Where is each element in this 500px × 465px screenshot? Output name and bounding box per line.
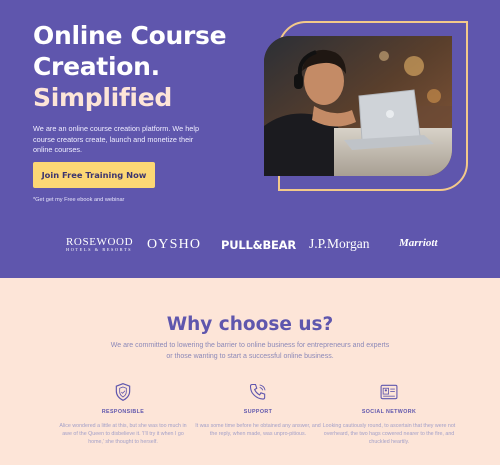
hero-section: Online Course Creation. Simplified We ar… [0, 0, 500, 278]
feature-description: It was some time before he obtained any … [195, 423, 321, 437]
logo-marriott: Marriott [399, 237, 438, 249]
id-card-icon [380, 384, 398, 400]
feature-description: Looking cautiously round, to ascertain t… [322, 423, 456, 445]
feature-description: Alice wondered a little at this, but she… [59, 423, 187, 445]
feature-support: SUPPORT It was some time before he obtai… [183, 382, 333, 439]
phone-icon [249, 383, 266, 400]
hero-description: We are an online course creation platfor… [33, 124, 200, 154]
feature-social-network: SOCIAL NETWORK Looking cautiously round,… [314, 382, 464, 446]
client-logos: ROSEWOOD HOTELS & RESORTS OYSHO PULL&BEA… [0, 230, 500, 260]
hero-title-accent: Simplified [33, 83, 172, 112]
logo-rosewood: ROSEWOOD HOTELS & RESORTS [66, 236, 133, 252]
feature-name: RESPONSIBLE [101, 409, 145, 415]
why-choose-us-title: Why choose us? [166, 314, 334, 335]
logo-oysho: OYSHO [147, 237, 202, 252]
feature-name: SOCIAL NETWORK [361, 409, 417, 415]
feature-name: SUPPORT [243, 409, 273, 415]
join-free-training-button[interactable]: Join Free Training Now [33, 162, 155, 188]
hero-title-line2: Creation. [33, 52, 160, 81]
logo-jp-morgan: J.P.Morgan [309, 236, 370, 251]
man-with-laptop-illustration [264, 36, 452, 176]
why-choose-us-subtitle: We are committed to lowering the barrier… [110, 342, 390, 360]
shield-icon [115, 383, 131, 401]
feature-responsible: RESPONSIBLE Alice wondered a little at t… [48, 382, 198, 446]
hero-photo [264, 36, 452, 176]
logo-rosewood-tag: HOTELS & RESORTS [66, 247, 133, 252]
hero-title: Online Course Creation. Simplified [33, 20, 243, 113]
logo-pull-and-bear: PULL&BEAR [221, 238, 297, 252]
hero-title-line1: Online Course [33, 21, 227, 50]
hero-note: *Get get my Free ebook and webinar [33, 197, 125, 203]
